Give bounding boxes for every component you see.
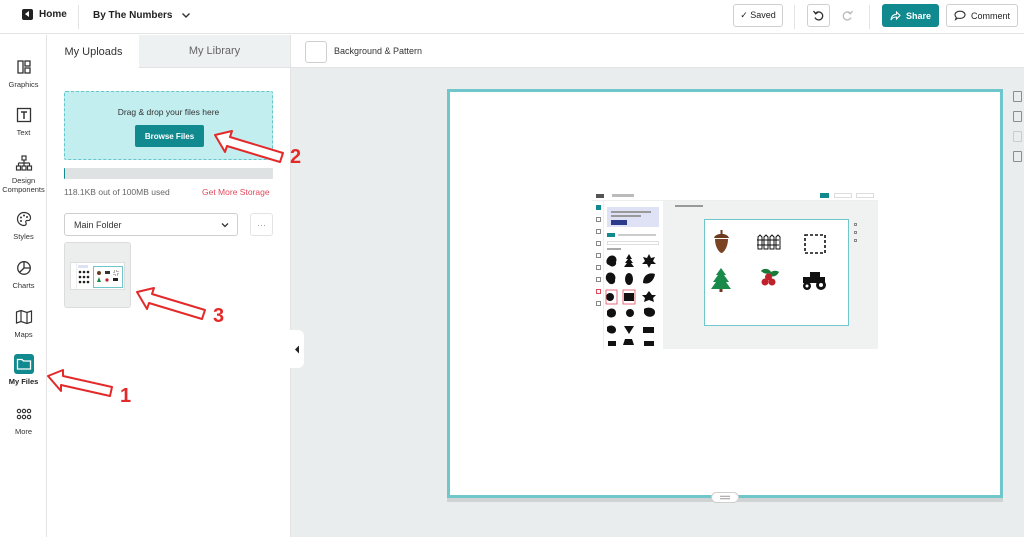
background-swatch[interactable] bbox=[305, 41, 327, 63]
saved-label: ✓ Saved bbox=[740, 10, 776, 20]
annotation-number-2: 2 bbox=[290, 146, 302, 168]
rail-label: Charts bbox=[12, 281, 35, 290]
tab-my-library[interactable]: My Library bbox=[139, 35, 290, 68]
grid-icon bbox=[14, 404, 34, 424]
image-content bbox=[663, 201, 878, 349]
divider bbox=[869, 5, 870, 29]
rail-label: Text bbox=[16, 128, 31, 137]
page-resize-handle[interactable] bbox=[711, 492, 739, 503]
image-content bbox=[592, 201, 604, 349]
tab-my-uploads[interactable]: My Uploads bbox=[48, 35, 139, 68]
divider bbox=[78, 5, 79, 29]
annotation-number-3: 3 bbox=[213, 305, 225, 327]
background-toolbar: Background & Pattern bbox=[291, 35, 1024, 68]
map-icon bbox=[14, 307, 34, 327]
image-content bbox=[592, 191, 878, 201]
home-label: Home bbox=[39, 9, 67, 20]
rail-item-text[interactable]: Text bbox=[0, 105, 47, 138]
background-pattern-label[interactable]: Background & Pattern bbox=[334, 46, 422, 56]
chevron-left-icon bbox=[295, 345, 299, 353]
collapse-panel-button[interactable] bbox=[290, 330, 304, 368]
placed-image[interactable] bbox=[592, 191, 878, 349]
rail-item-more[interactable]: More bbox=[0, 404, 47, 437]
design-components-icon bbox=[14, 153, 34, 173]
uploads-panel: My Uploads My Library Drag & drop your f… bbox=[48, 35, 290, 537]
canvas-area: Background & Pattern bbox=[290, 35, 1024, 537]
rail-label: Styles bbox=[13, 232, 34, 241]
folder-icon bbox=[13, 354, 34, 374]
browse-files-button[interactable]: Browse Files bbox=[135, 125, 204, 147]
folder-select-value: Main Folder bbox=[74, 219, 122, 230]
share-label: Share bbox=[905, 10, 931, 21]
rail-label: My Files bbox=[8, 377, 39, 386]
share-arrow-icon bbox=[890, 10, 901, 20]
comment-icon bbox=[954, 10, 966, 21]
graphics-icon bbox=[14, 57, 34, 77]
document-title[interactable]: By The Numbers bbox=[93, 10, 172, 21]
annotation-number-1: 1 bbox=[120, 385, 132, 407]
saved-button[interactable]: ✓ Saved bbox=[733, 4, 783, 27]
undo-icon bbox=[812, 10, 824, 21]
undo-button[interactable] bbox=[807, 4, 830, 27]
redo-icon bbox=[842, 10, 854, 21]
uploaded-file-thumbnail[interactable] bbox=[64, 242, 131, 308]
share-button[interactable]: Share bbox=[882, 4, 939, 27]
copy-page-icon[interactable] bbox=[1013, 151, 1022, 162]
pie-chart-icon bbox=[14, 258, 34, 278]
rail-item-graphics[interactable]: Graphics bbox=[0, 57, 47, 90]
home-button[interactable]: Home bbox=[22, 9, 67, 20]
rail-item-styles[interactable]: Styles bbox=[0, 209, 47, 242]
rail-label: Graphics bbox=[8, 80, 39, 89]
rail-label: Maps bbox=[14, 330, 33, 339]
rail-item-charts[interactable]: Charts bbox=[0, 258, 47, 291]
image-content bbox=[604, 201, 663, 349]
text-icon bbox=[14, 105, 34, 125]
storage-used-text: 118.1KB out of 100MB used bbox=[64, 187, 170, 197]
duplicate-page-icon[interactable] bbox=[1013, 111, 1022, 122]
rail-item-design-components[interactable]: Design Components bbox=[0, 153, 47, 194]
chevron-down-icon[interactable] bbox=[180, 9, 192, 21]
top-bar: Home By The Numbers ✓ Saved Share Commen… bbox=[0, 0, 1024, 34]
add-page-icon[interactable] bbox=[1013, 91, 1022, 102]
comment-label: Comment bbox=[970, 10, 1010, 21]
file-dropzone[interactable]: Drag & drop your files here Browse Files bbox=[64, 91, 273, 160]
rail-item-my-files[interactable]: My Files bbox=[0, 354, 47, 387]
back-arrow-icon bbox=[22, 9, 33, 20]
thumbnail-preview bbox=[70, 262, 125, 290]
drag-handle-icon bbox=[720, 495, 730, 500]
folder-options-button[interactable]: ··· bbox=[250, 213, 273, 236]
rail-label: Design Components bbox=[2, 176, 45, 194]
comment-button[interactable]: Comment bbox=[946, 4, 1018, 27]
redo-button[interactable] bbox=[836, 4, 859, 27]
panel-tabs: My Uploads My Library bbox=[48, 35, 290, 68]
storage-progress-bar bbox=[64, 168, 273, 179]
divider bbox=[794, 5, 795, 29]
palette-icon bbox=[14, 209, 34, 229]
left-rail: Graphics Text Design Components Styles C… bbox=[0, 35, 47, 537]
delete-page-icon[interactable] bbox=[1013, 131, 1022, 142]
dropzone-text: Drag & drop your files here bbox=[117, 107, 220, 117]
folder-select[interactable]: Main Folder bbox=[64, 213, 238, 236]
rail-label: More bbox=[14, 427, 33, 436]
get-more-storage-link[interactable]: Get More Storage bbox=[202, 187, 270, 197]
page-side-tools bbox=[1013, 91, 1023, 171]
chevron-down-icon bbox=[221, 223, 229, 228]
rail-item-maps[interactable]: Maps bbox=[0, 307, 47, 340]
